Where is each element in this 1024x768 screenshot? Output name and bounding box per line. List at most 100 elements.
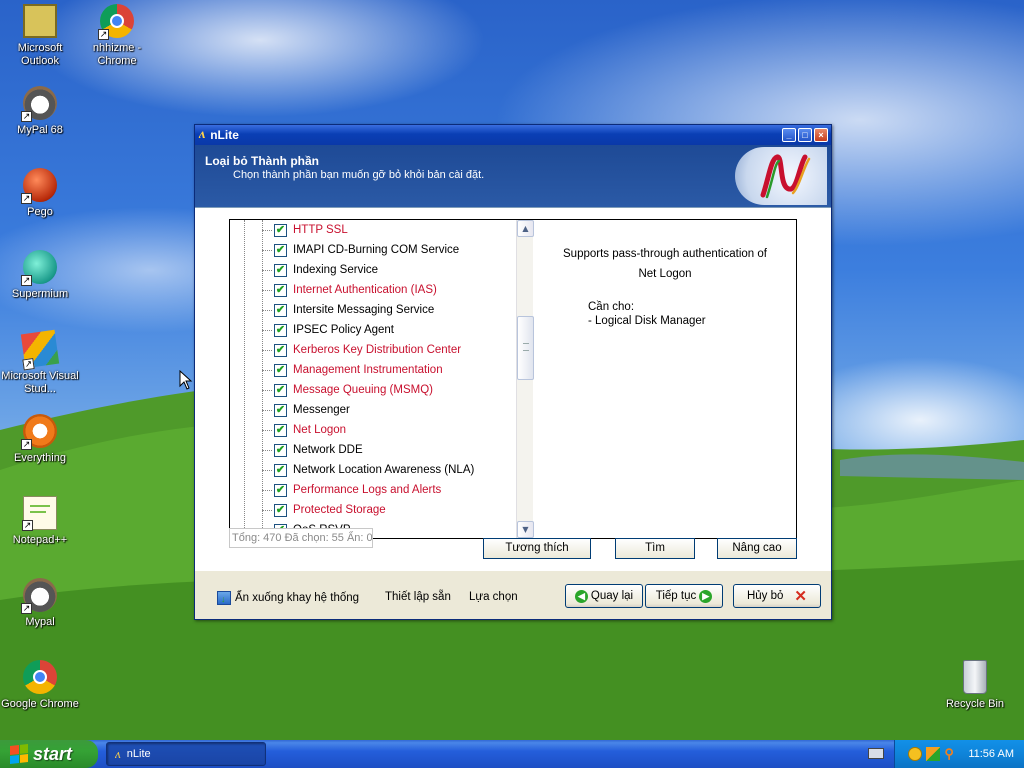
tree-connector	[262, 309, 272, 311]
component-row[interactable]: ✔ IPSEC Policy Agent	[262, 320, 394, 340]
component-row[interactable]: ✔ Kerberos Key Distribution Center	[262, 340, 461, 360]
component-checkbox[interactable]: ✔	[274, 403, 287, 417]
scroll-thumb[interactable]	[517, 316, 534, 380]
component-checkbox[interactable]: ✔	[274, 243, 287, 257]
desktop-icon-label: nhhizme - Chrome	[92, 42, 142, 67]
next-button[interactable]: Tiếp tục ▶	[645, 584, 723, 608]
desktop-icon-everything[interactable]: ↗ Everything	[1, 414, 79, 465]
desktop-icon-pego[interactable]: ↗ Pego	[1, 168, 79, 219]
desktop-icon-visual-studio[interactable]: ↗ Microsoft Visual Stud...	[1, 329, 79, 396]
cancel-button[interactable]: Hủy bỏ ✕	[733, 584, 821, 608]
component-label: Intersite Messaging Service	[293, 304, 435, 316]
desktop-icon-label: Microsoft Outlook	[17, 42, 63, 67]
component-row[interactable]: ✔ Performance Logs and Alerts	[262, 480, 441, 500]
component-checkbox[interactable]: ✔	[274, 363, 287, 377]
desktop-icon-supermium[interactable]: ↗ Supermium	[1, 250, 79, 301]
desktop-icon-mypal68[interactable]: ↗ MyPal 68	[1, 86, 79, 137]
raccoon-icon: ↗	[21, 86, 57, 122]
options-link[interactable]: Lựa chọn	[469, 591, 518, 603]
component-checkbox[interactable]: ✔	[274, 303, 287, 317]
component-checkbox[interactable]: ✔	[274, 223, 287, 237]
component-label: Performance Logs and Alerts	[293, 484, 442, 496]
tree-connector	[262, 349, 272, 351]
start-button[interactable]: start	[0, 740, 98, 768]
desktop-icon-label: Everything	[14, 452, 66, 464]
window-titlebar[interactable]: ʌ nLite _ □ ×	[195, 125, 831, 145]
component-label: Net Logon	[293, 424, 347, 436]
component-row[interactable]: ✔ Internet Authentication (IAS)	[262, 280, 437, 300]
minimize-button[interactable]: _	[782, 128, 796, 142]
component-label: HTTP SSL	[293, 224, 348, 236]
window-title: nLite	[210, 128, 239, 142]
minimize-to-tray-link[interactable]: ↓ Ẩn xuống khay hệ thống	[217, 591, 359, 605]
network-tray-icon[interactable]	[926, 747, 941, 761]
shortcut-arrow-icon: ↗	[98, 29, 109, 40]
desktop-icon-label: Microsoft Visual Stud...	[1, 370, 79, 395]
tree-connector	[262, 269, 272, 271]
status-counts: Tổng: 470 Đã chọn: 55 Ẩn: 0	[229, 528, 373, 548]
content-panel: ✔ HTTP SSL ✔ IMAPI CD-Burning COM Service ✔ I…	[195, 207, 831, 571]
visual-studio-icon: ↗	[20, 329, 60, 371]
page-header: Loại bỏ Thành phần Chọn thành phần bạn m…	[195, 145, 831, 207]
component-checkbox[interactable]: ✔	[274, 423, 287, 437]
desktop-icon-notepadpp[interactable]: ↗ Notepad++	[1, 496, 79, 547]
maximize-button[interactable]: □	[798, 128, 812, 142]
cancel-button-label: Hủy bỏ	[746, 590, 784, 602]
component-row[interactable]: ✔ Net Logon	[262, 420, 346, 440]
component-checkbox[interactable]: ✔	[274, 383, 287, 397]
desktop-icon-mypal[interactable]: ↗ Mypal	[1, 578, 79, 629]
keyboard-icon[interactable]	[868, 748, 884, 759]
shortcut-arrow-icon: ↗	[22, 520, 33, 531]
component-row[interactable]: ✔ Intersite Messaging Service	[262, 300, 434, 320]
component-row[interactable]: ✔ Network Location Awareness (NLA)	[262, 460, 474, 480]
component-label: Management Instrumentation	[293, 364, 443, 376]
tree-connector	[262, 429, 272, 431]
component-checkbox[interactable]: ✔	[274, 343, 287, 357]
component-checkbox[interactable]: ✔	[274, 283, 287, 297]
components-tree[interactable]: ✔ HTTP SSL ✔ IMAPI CD-Burning COM Service ✔ I…	[230, 220, 516, 538]
tree-connector	[262, 449, 272, 451]
component-row[interactable]: ✔ Messenger	[262, 400, 350, 420]
compatibility-button[interactable]: Tương thích	[483, 538, 591, 559]
component-checkbox[interactable]: ✔	[274, 503, 287, 517]
desktop-icon-recycle-bin[interactable]: Recycle Bin	[936, 660, 1014, 711]
advanced-button[interactable]: Nâng cao	[717, 538, 797, 559]
search-tray-icon[interactable]: ⚲	[944, 747, 958, 761]
find-button[interactable]: Tìm	[615, 538, 695, 559]
scroll-up-button[interactable]: ▲	[517, 220, 534, 237]
component-checkbox[interactable]: ✔	[274, 323, 287, 337]
desktop-icon-label: Mypal	[25, 616, 55, 628]
tree-connector	[262, 409, 272, 411]
taskbar-item-nlite[interactable]: ʌ nLite	[106, 742, 266, 766]
component-checkbox[interactable]: ✔	[274, 463, 287, 477]
component-checkbox[interactable]: ✔	[274, 443, 287, 457]
smiley-tray-icon[interactable]	[908, 747, 923, 761]
nlite-big-logo-icon	[735, 147, 827, 205]
back-button[interactable]: ◀ Quay lại	[565, 584, 643, 608]
component-row[interactable]: ✔ IMAPI CD-Burning COM Service	[262, 240, 459, 260]
component-row[interactable]: ✔ HTTP SSL	[262, 220, 348, 240]
component-row[interactable]: ✔ Message Queuing (MSMQ)	[262, 380, 433, 400]
component-row[interactable]: ✔ Indexing Service	[262, 260, 378, 280]
desktop-icon-outlook[interactable]: Microsoft Outlook	[1, 4, 79, 68]
windows-flag-icon	[10, 744, 28, 764]
desktop-icon-google-chrome[interactable]: Google Chrome	[1, 660, 79, 711]
shortcut-arrow-icon: ↗	[22, 358, 35, 371]
tray-icon: ↓	[217, 591, 231, 605]
needed-by-label: Cần cho:	[588, 301, 635, 313]
presets-link[interactable]: Thiết lập sẵn	[385, 591, 451, 603]
component-label: Network DDE	[293, 444, 363, 456]
component-row[interactable]: ✔ Network DDE	[262, 440, 363, 460]
nlite-logo-icon: ʌ	[199, 127, 206, 142]
desktop-icon-label: Google Chrome	[1, 698, 79, 710]
tree-vertical-scrollbar[interactable]: ▲ ▼	[516, 220, 534, 538]
scroll-down-button[interactable]: ▼	[517, 521, 534, 538]
component-row[interactable]: ✔ Management Instrumentation	[262, 360, 443, 380]
component-row[interactable]: ✔ Protected Storage	[262, 500, 386, 520]
clock[interactable]: 11:56 AM	[968, 748, 1014, 760]
component-checkbox[interactable]: ✔	[274, 483, 287, 497]
close-button[interactable]: ×	[814, 128, 828, 142]
desktop-icon-chrome-profile[interactable]: ↗ nhhizme - Chrome	[78, 4, 156, 68]
component-description: Supports pass-through authentication of …	[536, 244, 794, 328]
component-checkbox[interactable]: ✔	[274, 263, 287, 277]
